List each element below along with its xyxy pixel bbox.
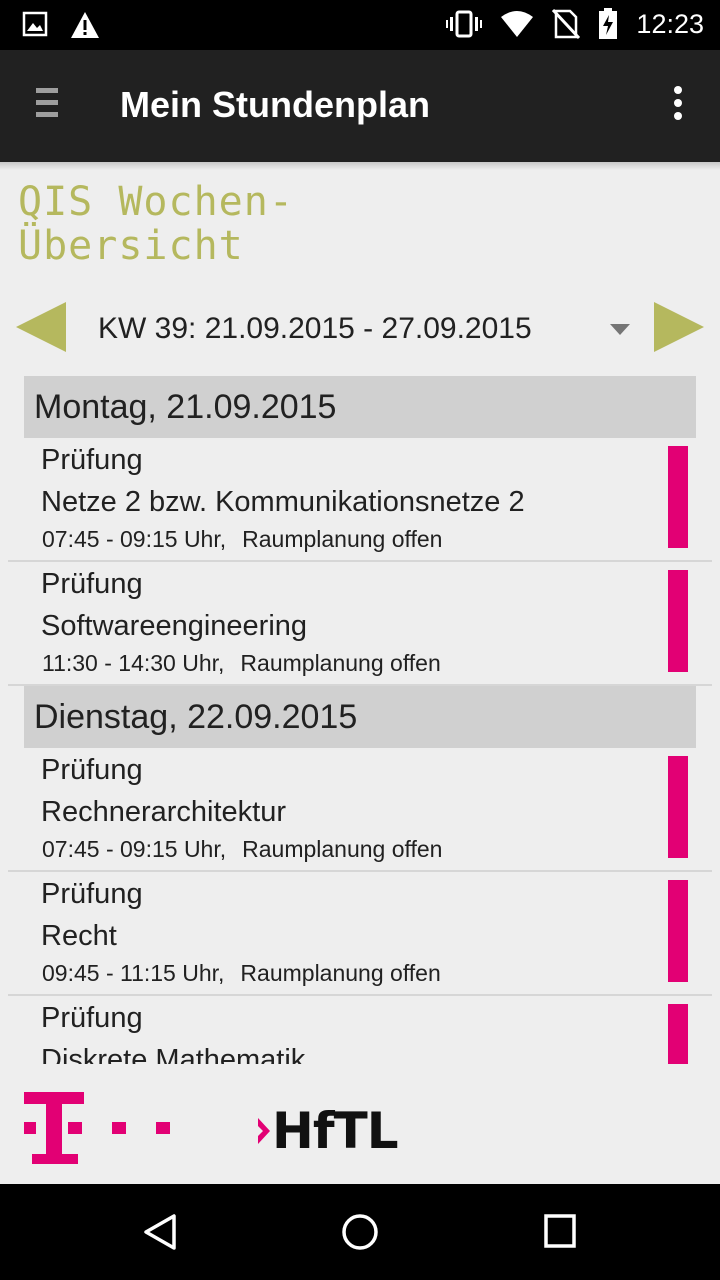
entry-type: Prüfung [41,568,143,600]
entry-meta: 09:45 - 11:15 Uhr, Raumplanung offen [42,960,441,987]
entry-type: Prüfung [41,1002,143,1034]
page-heading-line1: QIS Wochen- [18,179,294,225]
entry-type: Prüfung [41,444,143,476]
entry-meta: 07:45 - 09:15 Uhr, Raumplanung offen [42,836,442,863]
schedule-list[interactable]: Montag, 21.09.2015 Prüfung Netze 2 bzw. … [0,376,720,1064]
entry-course: Diskrete Mathematik [41,1044,306,1064]
week-selector: KW 39: 21.09.2015 - 27.09.2015 [0,296,720,360]
list-item[interactable]: Prüfung Rechnerarchitektur 07:45 - 09:15… [8,748,712,872]
entry-type: Prüfung [41,754,143,786]
hamburger-menu-icon[interactable] [36,88,64,124]
arrow-left-icon[interactable] [16,302,66,352]
week-label: KW 39: 21.09.2015 - 27.09.2015 [98,312,532,345]
entry-color-bar [668,446,688,548]
wifi-icon [501,11,534,37]
list-item[interactable]: Prüfung Netze 2 bzw. Kommunikationsnetze… [8,438,712,562]
day-header: Dienstag, 22.09.2015 [24,686,696,748]
entry-type: Prüfung [41,878,143,910]
more-vert-icon[interactable] [672,86,684,126]
entry-room: Raumplanung offen [240,650,441,676]
entry-meta: 11:30 - 14:30 Uhr, Raumplanung offen [42,650,441,677]
entry-course: Recht [41,920,117,952]
no-sim-icon [552,9,581,39]
hftl-chevron-icon [258,1118,270,1144]
list-item[interactable]: Prüfung Diskrete Mathematik [8,996,712,1064]
app-title: Mein Stundenplan [120,84,430,125]
recents-icon[interactable] [542,1212,578,1252]
vibrate-icon [446,10,483,38]
page-heading-line2: Übersicht [18,223,244,269]
clock: 12:23 [636,8,704,39]
entry-room: Raumplanung offen [242,836,443,862]
entry-time: 09:45 - 11:15 Uhr, [42,960,225,986]
page-heading: QIS Wochen- Übersicht [18,180,618,268]
footer-logos: HfTL [0,1064,720,1184]
entry-color-bar [668,1004,688,1064]
entry-course: Netze 2 bzw. Kommunikationsnetze 2 [41,486,525,518]
hftl-logo: HfTL [256,1102,399,1160]
battery-charging-icon [599,8,618,39]
entry-time: 07:45 - 09:15 Uhr, [42,526,227,552]
back-icon[interactable] [140,1212,180,1252]
hftl-logo-text: HfTL [272,1102,399,1160]
status-bar: 12:23 [0,0,720,50]
entry-color-bar [668,880,688,982]
arrow-right-icon[interactable] [654,302,704,352]
week-dropdown[interactable]: KW 39: 21.09.2015 - 27.09.2015 [86,300,642,356]
entry-room: Raumplanung offen [240,960,441,986]
toolbar-shadow [0,162,720,170]
dropdown-caret-icon [610,324,630,335]
entry-course: Rechnerarchitektur [41,796,286,828]
entry-time: 11:30 - 14:30 Uhr, [42,650,225,676]
entry-course: Softwareengineering [41,610,308,642]
warning-icon [71,12,99,38]
app-toolbar: Mein Stundenplan [0,50,720,162]
day-header: Montag, 21.09.2015 [24,376,696,438]
image-icon [22,11,48,37]
entry-meta: 07:45 - 09:15 Uhr, Raumplanung offen [42,526,442,553]
entry-room: Raumplanung offen [242,526,443,552]
telekom-logo [24,1092,170,1164]
system-nav-bar [0,1184,720,1280]
entry-time: 07:45 - 09:15 Uhr, [42,836,227,862]
entry-color-bar [668,756,688,858]
list-item[interactable]: Prüfung Softwareengineering 11:30 - 14:3… [8,562,712,686]
entry-color-bar [668,570,688,672]
list-item[interactable]: Prüfung Recht 09:45 - 11:15 Uhr, Raumplan… [8,872,712,996]
home-icon[interactable] [340,1212,380,1252]
